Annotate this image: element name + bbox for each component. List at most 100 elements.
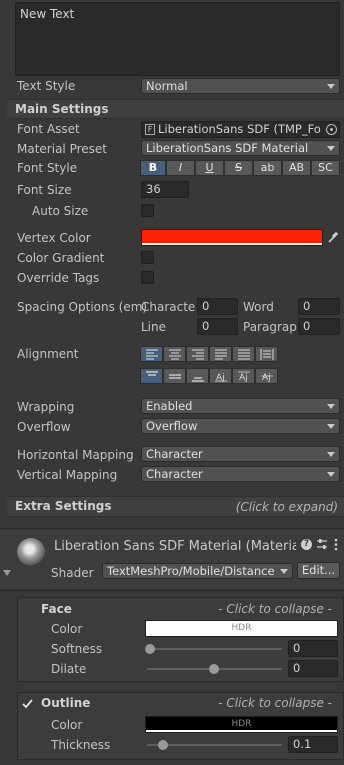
align-justified-icon [215, 349, 227, 360]
shader-dropdown[interactable]: TextMeshPro/Mobile/Distance [102, 563, 293, 579]
auto-size-checkbox[interactable] [141, 204, 154, 217]
font-asset-field[interactable]: F LiberationSans SDF (TMP_Fo [141, 121, 340, 138]
font-style-underline-button[interactable]: U [195, 160, 224, 176]
font-asset-label: Font Asset [17, 122, 80, 136]
font-asset-icon: F [145, 124, 155, 135]
thickness-slider-handle[interactable] [158, 740, 168, 750]
eyedropper-icon[interactable] [327, 230, 339, 247]
line-spacing-input[interactable]: 0 [197, 318, 238, 335]
checkmark-icon [22, 699, 33, 709]
main-settings-header[interactable]: Main Settings [7, 99, 344, 119]
divider [0, 590, 344, 591]
overflow-value: Overflow [146, 419, 198, 433]
align-middle-button[interactable] [163, 368, 186, 384]
text-input-value: New Text [20, 7, 75, 21]
auto-size-label: Auto Size [32, 204, 89, 218]
chevron-down-icon [327, 472, 335, 477]
font-style-smallcaps-button[interactable]: SC [311, 160, 340, 176]
svg-text:Aj: Aj [262, 373, 271, 382]
chevron-down-icon [327, 404, 335, 409]
vertical-mapping-dropdown[interactable]: Character [141, 466, 340, 482]
align-flush-icon [238, 349, 250, 360]
override-tags-label: Override Tags [17, 271, 100, 285]
font-style-lowercase-button[interactable]: ab [253, 160, 282, 176]
dilate-label: Dilate [51, 662, 87, 676]
context-menu-icon[interactable] [334, 538, 338, 554]
align-geometry-center-button[interactable] [255, 346, 278, 362]
horizontal-mapping-label: Horizontal Mapping [17, 448, 134, 462]
softness-slider-track[interactable] [147, 648, 282, 650]
text-input-area[interactable]: New Text [15, 2, 340, 76]
align-baseline-icon: Aj [215, 373, 227, 382]
align-capline-icon: Aj [261, 373, 273, 382]
align-left-icon [146, 349, 158, 360]
align-flush-button[interactable] [232, 346, 255, 362]
softness-input[interactable]: 0 [288, 640, 338, 657]
thickness-value: 0.1 [293, 737, 312, 751]
outline-color-swatch[interactable]: HDR [145, 716, 338, 733]
softness-value: 0 [293, 641, 301, 655]
paragraph-spacing-value: 0 [303, 319, 311, 333]
preset-settings-icon[interactable] [316, 538, 328, 554]
vertical-mapping-label: Vertical Mapping [17, 468, 118, 482]
character-spacing-input[interactable]: 0 [197, 298, 238, 315]
alignment-label: Alignment [17, 347, 79, 361]
font-style-strikethrough-button[interactable]: S [224, 160, 253, 176]
align-left-button[interactable] [140, 346, 163, 362]
align-right-icon [192, 349, 204, 360]
chevron-down-icon [327, 424, 335, 429]
align-baseline-button[interactable]: Aj [209, 368, 232, 384]
align-midline-icon: Aj [238, 371, 250, 382]
material-preset-value: LiberationSans SDF Material [146, 141, 309, 155]
align-center-button[interactable] [163, 346, 186, 362]
word-spacing-input[interactable]: 0 [298, 298, 340, 315]
font-size-input[interactable]: 36 [141, 181, 189, 198]
thickness-input[interactable]: 0.1 [288, 736, 338, 753]
color-gradient-checkbox[interactable] [141, 251, 154, 264]
align-top-button[interactable] [140, 368, 163, 384]
outline-title[interactable]: Outline [41, 696, 90, 710]
paragraph-spacing-input[interactable]: 0 [298, 318, 340, 335]
character-spacing-label: Characte [141, 300, 195, 314]
softness-label: Softness [51, 642, 103, 656]
align-top-icon [146, 371, 158, 376]
object-picker-icon[interactable] [326, 124, 337, 135]
vertex-color-swatch[interactable] [141, 229, 323, 246]
wrapping-label: Wrapping [17, 400, 75, 414]
override-tags-checkbox[interactable] [141, 271, 154, 284]
help-icon[interactable]: ? [301, 539, 312, 550]
face-color-swatch[interactable]: HDR [145, 620, 338, 637]
face-title[interactable]: Face [41, 602, 72, 616]
edit-shader-button[interactable]: Edit... [297, 562, 340, 579]
text-style-dropdown[interactable]: Normal [141, 78, 340, 94]
overflow-dropdown[interactable]: Overflow [141, 418, 340, 434]
font-style-bold-button[interactable]: B [140, 160, 166, 176]
dilate-slider-handle[interactable] [209, 664, 219, 674]
chevron-down-icon [280, 569, 288, 574]
material-preset-dropdown[interactable]: LiberationSans SDF Material [141, 140, 340, 156]
font-style-uppercase-button[interactable]: AB [282, 160, 311, 176]
extra-settings-header[interactable]: Extra Settings (Click to expand) [7, 496, 344, 517]
align-bottom-icon [192, 377, 204, 382]
horizontal-mapping-dropdown[interactable]: Character [141, 446, 340, 462]
face-collapse-hint[interactable]: - Click to collapse - [218, 602, 332, 616]
material-preset-label: Material Preset [17, 142, 107, 156]
face-color-label: Color [51, 622, 83, 636]
align-center-icon [169, 349, 181, 360]
outline-color-label: Color [51, 718, 83, 732]
font-style-italic-button[interactable]: I [166, 160, 195, 176]
font-size-label: Font Size [17, 183, 72, 197]
softness-slider-handle[interactable] [145, 644, 155, 654]
outline-collapse-hint[interactable]: - Click to collapse - [218, 696, 332, 710]
wrapping-dropdown[interactable]: Enabled [141, 398, 340, 414]
align-justified-button[interactable] [209, 346, 232, 362]
word-spacing-label: Word [243, 300, 274, 314]
vertical-mapping-value: Character [146, 467, 203, 481]
align-midline-button[interactable]: Aj [232, 368, 255, 384]
dilate-input[interactable]: 0 [288, 660, 338, 677]
align-bottom-button[interactable] [186, 368, 209, 384]
material-foldout-arrow-icon[interactable] [3, 570, 11, 576]
outline-enable-checkbox[interactable] [21, 697, 34, 710]
align-capline-button[interactable]: Aj [255, 368, 278, 384]
align-right-button[interactable] [186, 346, 209, 362]
